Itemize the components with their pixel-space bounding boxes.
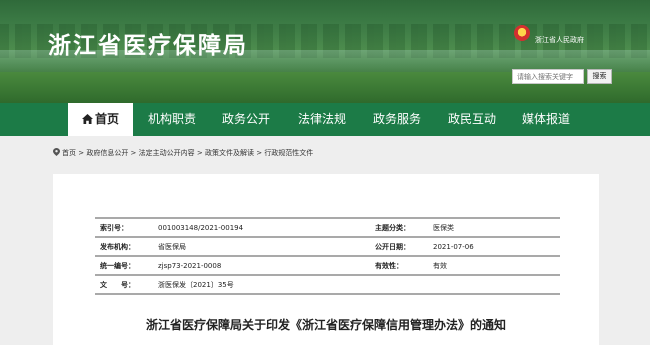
main-nav: 首页 机构职责 政务公开 法律法规 政务服务 政民互动 媒体报道 <box>0 103 650 136</box>
table-row: 发布机构： 省医保局 公开日期： 2021-07-06 <box>95 236 560 256</box>
category-value: 医保类 <box>428 217 560 237</box>
nav-item-label: 首页 <box>94 112 119 126</box>
issuer-label: 发布机构： <box>95 236 153 256</box>
document-title: 浙江省医疗保障局关于印发《浙江省医疗保障信用管理办法》的通知 <box>145 318 506 332</box>
header-banner: 浙江省医疗保障局 浙江省人民政府 搜索 <box>0 0 650 103</box>
document-meta-table: 索引号： 001003148/2021-00194 主题分类： 医保类 发布机构… <box>95 217 560 295</box>
issuer-value: 省医保局 <box>153 236 370 256</box>
site-title[interactable]: 浙江省医疗保障局 <box>48 26 248 60</box>
nav-item-media[interactable]: 媒体报道 <box>522 103 570 136</box>
category-label: 主题分类： <box>370 217 428 237</box>
national-emblem-icon[interactable] <box>514 25 530 41</box>
breadcrumb-normative[interactable]: 行政规范性文件 <box>264 149 313 157</box>
table-row: 索引号： 001003148/2021-00194 主题分类： 医保类 <box>95 217 560 237</box>
index-value: 001003148/2021-00194 <box>153 217 370 237</box>
gov-link[interactable]: 浙江省人民政府 <box>535 35 584 45</box>
breadcrumb-separator: > <box>253 149 265 157</box>
content-panel: 索引号： 001003148/2021-00194 主题分类： 医保类 发布机构… <box>53 174 599 345</box>
breadcrumb-separator: > <box>194 149 205 157</box>
nav-item-home[interactable]: 首页 <box>68 103 133 136</box>
serial-value: zjsp73-2021-0008 <box>153 255 370 275</box>
nav-item-interaction[interactable]: 政民互动 <box>448 103 496 136</box>
nav-item-organization[interactable]: 机构职责 <box>148 103 196 136</box>
table-row: 统一编号： zjsp73-2021-0008 有效性： 有效 <box>95 255 560 275</box>
location-pin-icon <box>53 148 60 156</box>
breadcrumb-separator: > <box>128 149 139 157</box>
breadcrumb-home[interactable]: 首页 <box>62 149 76 157</box>
home-icon <box>81 114 93 124</box>
nav-item-services[interactable]: 政务服务 <box>373 103 421 136</box>
nav-item-gov-affairs[interactable]: 政务公开 <box>222 103 270 136</box>
search-button[interactable]: 搜索 <box>587 69 612 84</box>
nav-item-laws[interactable]: 法律法规 <box>298 103 346 136</box>
date-label: 公开日期： <box>370 236 428 256</box>
breadcrumb-statutory[interactable]: 法定主动公开内容 <box>139 149 195 157</box>
validity-label: 有效性： <box>370 255 428 275</box>
breadcrumb-gov-info[interactable]: 政府信息公开 <box>86 149 128 157</box>
docno-label: 文 号： <box>95 274 153 295</box>
table-row: 文 号： 浙医保发〔2021〕35号 <box>95 274 560 295</box>
serial-label: 统一编号： <box>95 255 153 275</box>
search-input[interactable] <box>512 69 584 84</box>
breadcrumb-separator: > <box>76 149 87 157</box>
validity-value: 有效 <box>428 255 560 275</box>
breadcrumb-policy[interactable]: 政策文件及解读 <box>205 149 254 157</box>
date-value: 2021-07-06 <box>428 236 560 256</box>
breadcrumb: 首页 > 政府信息公开 > 法定主动公开内容 > 政策文件及解读 > 行政规范性… <box>53 148 313 158</box>
index-label: 索引号： <box>95 217 153 237</box>
docno-value: 浙医保发〔2021〕35号 <box>153 274 560 295</box>
